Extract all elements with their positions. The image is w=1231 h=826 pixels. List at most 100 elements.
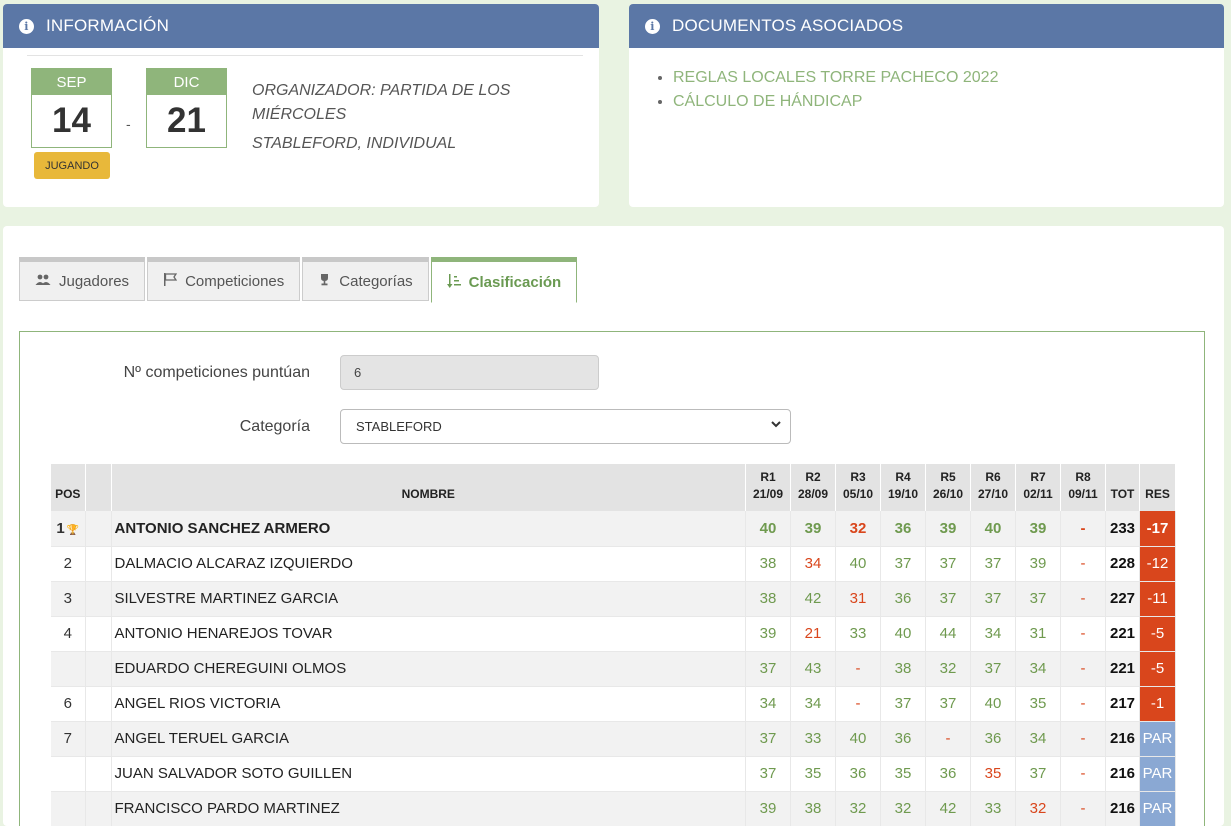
docs-panel: i DOCUMENTOS ASOCIADOS REGLAS LOCALES TO…: [629, 4, 1224, 207]
player-name-cell: EDUARDO CHEREGUINI OLMOS: [111, 651, 746, 687]
round-score-cell: 35: [880, 756, 926, 792]
header-round[interactable]: R5 26/10: [925, 464, 971, 511]
info-panel-header: i INFORMACIÓN: [3, 4, 599, 48]
blank-cell: [85, 616, 112, 652]
player-name-cell: ANTONIO SANCHEZ ARMERO: [111, 511, 746, 547]
document-link-reglas[interactable]: REGLAS LOCALES TORRE PACHECO 2022: [673, 69, 998, 86]
tab-competiciones[interactable]: Competiciones: [147, 257, 301, 301]
round-score-cell: 34: [1015, 721, 1061, 757]
round-score-cell: 31: [835, 581, 881, 617]
round-score-cell: 38: [880, 651, 926, 687]
header-name[interactable]: NOMBRE: [111, 464, 746, 511]
round-score-cell: 36: [880, 721, 926, 757]
header-round[interactable]: R7 02/11: [1015, 464, 1061, 511]
round-score-cell: 42: [790, 581, 836, 617]
organizer-text: ORGANIZADOR: PARTIDA DE LOS MIÉRCOLES: [252, 82, 511, 123]
round-score-cell: 37: [970, 651, 1016, 687]
tab-clasificacion[interactable]: Clasificación: [430, 257, 578, 303]
position-cell: 3: [51, 581, 86, 617]
round-score-cell: -: [835, 686, 881, 722]
table-row: 3 SILVESTRE MARTINEZ GARCIA 38 42 31 36 37 37 37…: [51, 581, 1176, 617]
blank-cell: [85, 686, 112, 722]
total-cell: 216: [1105, 791, 1140, 826]
position-cell: 7: [51, 721, 86, 757]
header-res[interactable]: RES: [1139, 464, 1176, 511]
round-score-cell: 40: [970, 686, 1016, 722]
header-tot[interactable]: TOT: [1105, 464, 1140, 511]
table-row: 4 ANTONIO HENAREJOS TOVAR 39 21 33 40 44 34 31-2…: [51, 616, 1176, 652]
round-score-cell: 37: [925, 581, 971, 617]
round-score-cell: 39: [925, 511, 971, 547]
round-score-cell: 37: [970, 581, 1016, 617]
blank-cell: [85, 511, 112, 547]
header-pos[interactable]: POS: [51, 464, 86, 511]
header-round[interactable]: R3 05/10: [835, 464, 881, 511]
table-row: EDUARDO CHEREGUINI OLMOS 37 43-38 32 37 34-22…: [51, 651, 1176, 687]
round-score-cell: 37: [745, 756, 791, 792]
round-score-cell: 40: [835, 546, 881, 582]
round-score-cell: -: [1060, 581, 1106, 617]
round-score-cell: 37: [745, 651, 791, 687]
round-score-cell: -: [1060, 791, 1106, 826]
document-link-handicap[interactable]: CÁLCULO DE HÁNDICAP: [673, 93, 862, 110]
blank-cell: [85, 581, 112, 617]
round-score-cell: 21: [790, 616, 836, 652]
header-round[interactable]: R8 09/11: [1060, 464, 1106, 511]
total-cell: 233: [1105, 511, 1140, 547]
end-date-calendar: DIC 21: [146, 68, 227, 148]
docs-panel-header: i DOCUMENTOS ASOCIADOS: [629, 4, 1224, 48]
result-cell: -11: [1139, 581, 1176, 617]
documents-list: REGLAS LOCALES TORRE PACHECO 2022 CÁLCUL…: [653, 66, 998, 114]
position-cell: [51, 756, 86, 792]
result-cell: -17: [1139, 511, 1176, 547]
table-row: FRANCISCO PARDO MARTINEZ 39 38 32 32 42 33 32-2…: [51, 791, 1176, 826]
round-score-cell: 36: [880, 581, 926, 617]
round-score-cell: 36: [835, 756, 881, 792]
total-cell: 221: [1105, 651, 1140, 687]
round-score-cell: 39: [745, 791, 791, 826]
round-score-cell: 38: [790, 791, 836, 826]
result-cell: -5: [1139, 616, 1176, 652]
tab-categorias[interactable]: Categorías: [302, 257, 429, 301]
round-score-cell: 40: [835, 721, 881, 757]
tab-jugadores[interactable]: Jugadores: [19, 257, 146, 301]
divider: [27, 55, 583, 56]
position-cell: 6: [51, 686, 86, 722]
header-round[interactable]: R2 28/09: [790, 464, 836, 511]
header-round[interactable]: R1 21/09: [745, 464, 791, 511]
total-cell: 216: [1105, 721, 1140, 757]
total-cell: 228: [1105, 546, 1140, 582]
header-round[interactable]: R4 19/10: [880, 464, 926, 511]
position-cell: [51, 791, 86, 826]
clasificacion-tab-content: Nº competiciones puntúan 6 Categoría STA…: [19, 331, 1205, 826]
round-score-cell: 37: [745, 721, 791, 757]
table-row: JUAN SALVADOR SOTO GUILLEN 37 35 36 35 36 35 37…: [51, 756, 1176, 792]
blank-cell: [85, 756, 112, 792]
round-score-cell: 34: [1015, 651, 1061, 687]
total-cell: 217: [1105, 686, 1140, 722]
result-cell: -5: [1139, 651, 1176, 687]
table-row: 7 ANGEL TERUEL GARCIA 37 33 40 36-36 34-216 PAR: [51, 721, 1176, 757]
category-select[interactable]: STABLEFORD: [340, 409, 791, 444]
tab-label: Categorías: [339, 272, 413, 290]
status-badge: JUGANDO: [34, 152, 110, 179]
result-cell: -1: [1139, 686, 1176, 722]
round-score-cell: 34: [790, 686, 836, 722]
round-score-cell: 39: [745, 616, 791, 652]
round-score-cell: 36: [925, 756, 971, 792]
round-score-cell: 40: [970, 511, 1016, 547]
start-date-calendar: SEP 14: [31, 68, 112, 148]
tab-bar: Jugadores Competiciones Categorías Clasi…: [19, 257, 579, 303]
competitions-count-label: Nº competiciones puntúan: [123, 364, 310, 381]
round-score-cell: -: [925, 721, 971, 757]
category-label: Categoría: [239, 418, 310, 435]
result-cell: PAR: [1139, 791, 1176, 826]
header-round[interactable]: R6 27/10: [970, 464, 1016, 511]
users-icon: [35, 273, 51, 289]
docs-panel-title: DOCUMENTOS ASOCIADOS: [672, 16, 904, 35]
competitions-count-input[interactable]: 6: [340, 355, 599, 390]
player-name-cell: FRANCISCO PARDO MARTINEZ: [111, 791, 746, 826]
round-score-cell: -: [1060, 651, 1106, 687]
player-name-cell: SILVESTRE MARTINEZ GARCIA: [111, 581, 746, 617]
table-row: 6 ANGEL RIOS VICTORIA 34 34-37 37 40 35-217 -1: [51, 686, 1176, 722]
